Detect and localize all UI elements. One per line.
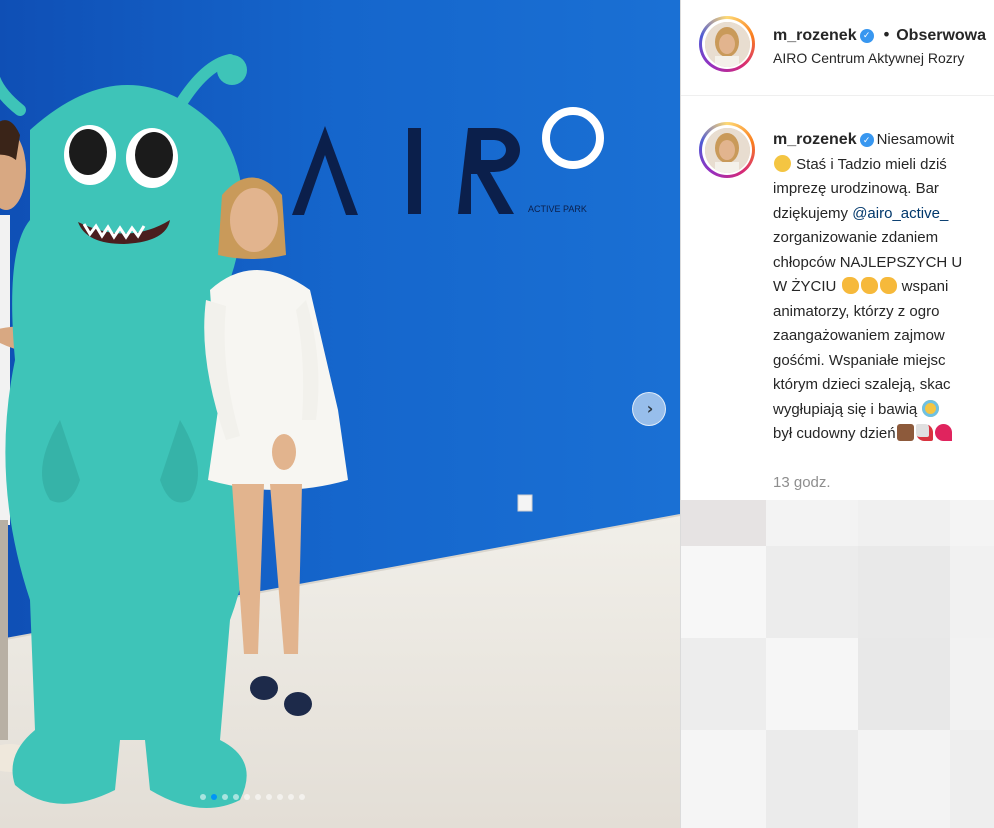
carousel-dot — [233, 794, 239, 800]
photo-scene: ACTIVE PARK — [0, 0, 680, 828]
caption-line: Niesamowit — [876, 131, 955, 148]
username-link[interactable]: m_rozenek — [773, 27, 857, 44]
caption-line: chłopców NAJLEPSZYCH U — [773, 253, 963, 271]
carousel-dot — [244, 794, 250, 800]
cake-emoji-icon — [896, 424, 914, 441]
avatar[interactable] — [699, 122, 755, 178]
avatar-image — [704, 21, 750, 67]
caption-text: m_rozenek ✓ Niesamowit Staś i Tadzio mieli… — [773, 128, 994, 447]
carousel-dot — [266, 794, 272, 800]
pixelated-comments-area — [681, 500, 994, 828]
post-caption: m_rozenek ✓ Niesamowit Staś i Tadzio mieli… — [681, 96, 994, 506]
caption-line: wspani — [897, 278, 949, 295]
smile-emoji-icon — [774, 154, 791, 172]
clap-emoji-icon — [860, 277, 878, 294]
caption-line: Staś i Tadzio mieli dziś — [796, 155, 947, 173]
carousel-dot — [277, 794, 283, 800]
clap-emoji-icon — [879, 277, 897, 294]
caption-username-link[interactable]: m_rozenek — [773, 131, 857, 148]
caption-line: był cudowny dzień — [773, 425, 896, 442]
caption-line: zorganizowanie zdaniem — [773, 229, 939, 246]
post-header: m_rozenek ✓ • Obserwowa AIRO Centrum Akty… — [681, 0, 994, 96]
avatar-image — [704, 127, 750, 173]
carousel-dot — [255, 794, 261, 800]
caption-line: zaangażowaniem zajmow — [773, 327, 945, 344]
post-photo[interactable]: ACTIVE PARK › — [0, 0, 680, 828]
carousel-dot — [222, 794, 228, 800]
airo-logo-subtitle: ACTIVE PARK — [528, 204, 587, 214]
laughing-emoji-icon — [922, 399, 940, 417]
mention-link[interactable]: @airo_active_ — [852, 205, 948, 222]
following-button[interactable]: Obserwowa — [896, 27, 986, 44]
verified-badge-icon: ✓ — [859, 133, 874, 148]
avatar[interactable] — [699, 16, 755, 72]
carousel-dot-active — [211, 794, 217, 800]
clap-emoji-icon — [841, 277, 859, 294]
wall-outlet — [517, 494, 533, 512]
post-timestamp[interactable]: 13 godz. — [773, 474, 831, 491]
header-user-line: m_rozenek ✓ • Obserwowa — [773, 25, 986, 45]
carousel-dots — [200, 794, 305, 800]
heart-emoji-icon — [934, 424, 952, 441]
chevron-right-icon: › — [646, 399, 654, 418]
carousel-next-button[interactable]: › — [632, 392, 666, 426]
separator-dot: • — [881, 25, 892, 44]
post-side-panel: m_rozenek ✓ • Obserwowa AIRO Centrum Akty… — [680, 0, 994, 828]
caption-line: wygłupiają się i bawią — [773, 400, 922, 418]
location-link[interactable]: AIRO Centrum Aktywnej Rozry — [773, 50, 964, 66]
caption-line: animatorzy, którzy z ogro — [773, 302, 940, 320]
carousel-dot — [200, 794, 206, 800]
caption-line: imprezę urodzinową. Bar — [773, 180, 939, 197]
mascot-figure — [0, 54, 253, 808]
caption-line: gośćmi. Wspaniałe miejsc — [773, 351, 946, 369]
caption-line: dziękujemy — [773, 204, 853, 222]
rocket-emoji-icon — [915, 424, 933, 441]
caption-line: W ŻYCIU — [773, 278, 841, 295]
carousel-dot — [299, 794, 305, 800]
caption-line: którym dzieci szaleją, skac — [773, 376, 951, 393]
carousel-dot — [288, 794, 294, 800]
verified-badge-icon: ✓ — [859, 28, 874, 43]
